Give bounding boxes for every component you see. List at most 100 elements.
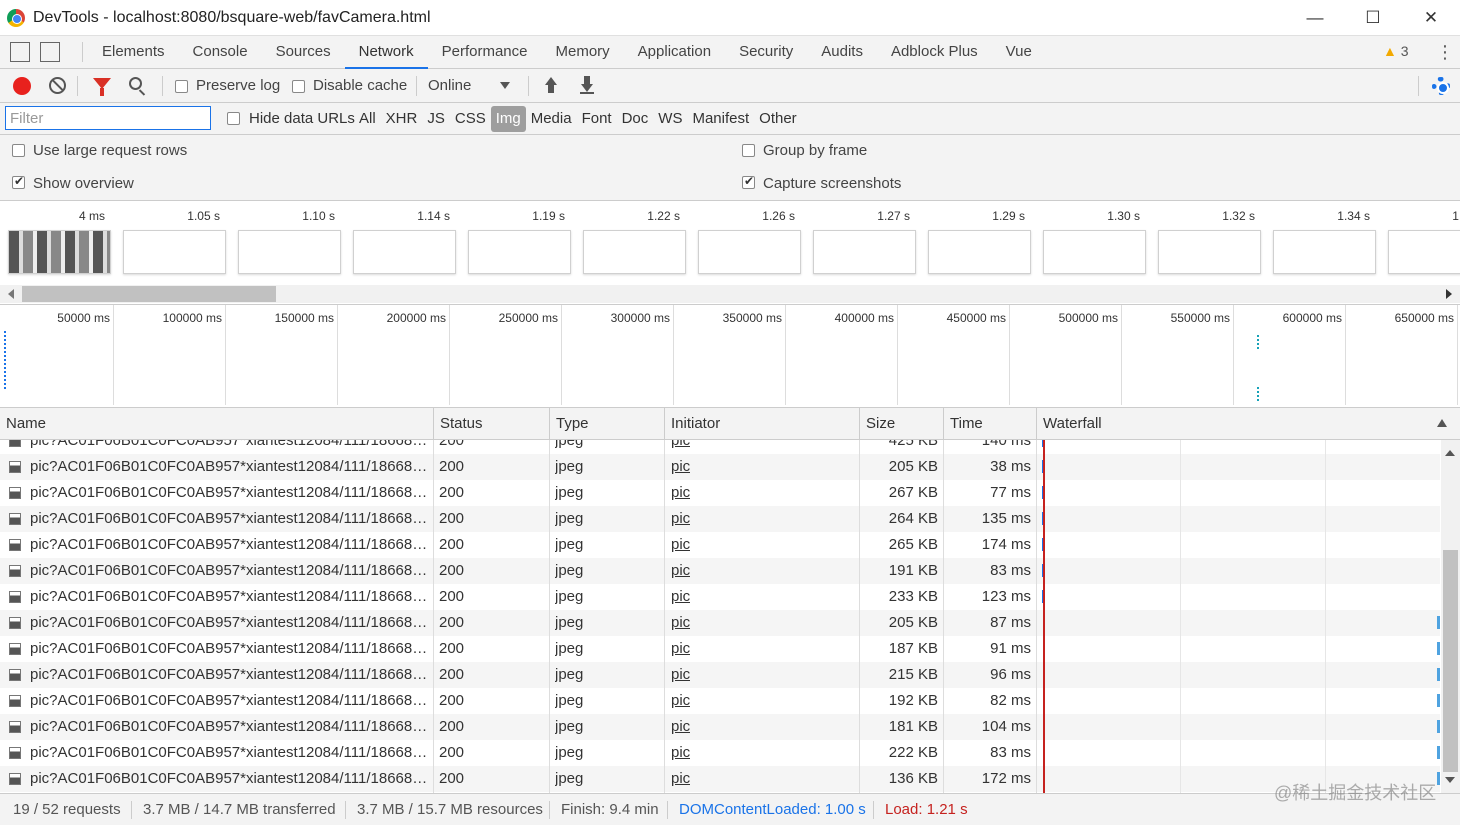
inspect-element-icon[interactable] [10, 42, 30, 62]
screenshot-frame[interactable]: 1.29 s [920, 201, 1035, 286]
gear-icon[interactable] [1432, 77, 1450, 95]
capture-screenshots-checkbox[interactable] [742, 174, 755, 189]
scroll-right-icon[interactable] [1446, 289, 1452, 299]
export-har-icon[interactable] [579, 76, 595, 94]
table-row[interactable]: pic?AC01F06B01C0FC0AB957*xiantest12084/1… [0, 610, 1440, 636]
scroll-up-icon[interactable] [1445, 450, 1455, 456]
hide-data-urls-checkbox[interactable] [227, 112, 240, 125]
tab-sources[interactable]: Sources [262, 36, 345, 69]
record-button[interactable] [13, 77, 31, 95]
minimize-button[interactable]: — [1286, 0, 1344, 36]
request-initiator-link[interactable]: pic [671, 454, 690, 480]
screenshot-thumbnail[interactable] [468, 230, 571, 274]
request-initiator-link[interactable]: pic [671, 662, 690, 688]
screenshot-frame[interactable]: 1.22 s [575, 201, 690, 286]
table-row[interactable]: pic?AC01F06B01C0FC0AB957*xiantest12084/1… [0, 584, 1440, 610]
screenshot-thumbnail[interactable] [583, 230, 686, 274]
more-options-icon[interactable]: ⋮ [1436, 42, 1454, 63]
show-overview-checkbox[interactable] [12, 174, 25, 189]
screenshot-thumbnail[interactable] [1043, 230, 1146, 274]
screenshot-thumbnail[interactable] [1273, 230, 1376, 274]
scrollbar-thumb[interactable] [22, 286, 276, 302]
filter-type-media[interactable]: Media [526, 106, 577, 132]
request-name[interactable]: pic?AC01F06B01C0FC0AB957*xiantest12084/1… [30, 584, 430, 610]
tab-audits[interactable]: Audits [807, 36, 877, 69]
table-row[interactable]: pic?AC01F06B01C0FC0AB957*xiantest12084/1… [0, 454, 1440, 480]
filter-type-img[interactable]: Img [490, 106, 526, 132]
column-header-time[interactable]: Time [943, 408, 1036, 440]
column-header-name[interactable]: Name [0, 408, 433, 440]
filter-type-other[interactable]: Other [754, 106, 802, 132]
throttling-select[interactable]: Online [428, 77, 471, 94]
screenshot-thumbnail[interactable] [1388, 230, 1460, 274]
clear-button[interactable] [49, 77, 66, 94]
column-header-waterfall[interactable]: Waterfall [1036, 408, 1460, 440]
filter-icon[interactable] [93, 78, 111, 96]
screenshot-thumbnail[interactable] [8, 230, 111, 274]
request-name[interactable]: pic?AC01F06B01C0FC0AB957*xiantest12084/1… [30, 740, 430, 766]
request-initiator-link[interactable]: pic [671, 714, 690, 740]
tab-network[interactable]: Network [344, 36, 428, 69]
request-initiator-link[interactable]: pic [671, 558, 690, 584]
tab-performance[interactable]: Performance [428, 36, 542, 69]
filter-type-xhr[interactable]: XHR [381, 106, 423, 132]
sort-ascending-icon[interactable] [1437, 419, 1447, 427]
screenshot-frame[interactable]: 1.05 s [115, 201, 230, 286]
request-initiator-link[interactable]: pic [671, 688, 690, 714]
filmstrip-scrollbar[interactable] [0, 285, 1460, 303]
screenshot-thumbnail[interactable] [928, 230, 1031, 274]
scroll-left-icon[interactable] [8, 289, 14, 299]
request-name[interactable]: pic?AC01F06B01C0FC0AB957*xiantest12084/1… [30, 714, 430, 740]
request-name[interactable]: pic?AC01F06B01C0FC0AB957*xiantest12084/1… [30, 532, 430, 558]
request-name[interactable]: pic?AC01F06B01C0FC0AB957*xiantest12084/1… [30, 454, 430, 480]
table-row[interactable]: pic?AC01F06B01C0FC0AB957*xiantest12084/1… [0, 558, 1440, 584]
screenshot-thumbnail[interactable] [123, 230, 226, 274]
tab-adblock-plus[interactable]: Adblock Plus [877, 36, 992, 69]
request-name[interactable]: pic?AC01F06B01C0FC0AB957*xiantest12084/1… [30, 506, 430, 532]
table-row[interactable]: pic?AC01F06B01C0FC0AB957*xiantest12084/1… [0, 532, 1440, 558]
request-initiator-link[interactable]: pic [671, 506, 690, 532]
table-row[interactable]: pic?AC01F06B01C0FC0AB957*xiantest12084/1… [0, 766, 1440, 792]
request-initiator-link[interactable]: pic [671, 610, 690, 636]
table-row[interactable]: pic?AC01F06B01C0FC0AB957*xiantest12084/1… [0, 440, 1440, 454]
table-row[interactable]: pic?AC01F06B01C0FC0AB957*xiantest12084/1… [0, 636, 1440, 662]
filter-type-js[interactable]: JS [422, 106, 450, 132]
table-row[interactable]: pic?AC01F06B01C0FC0AB957*xiantest12084/1… [0, 662, 1440, 688]
screenshot-thumbnail[interactable] [238, 230, 341, 274]
screenshot-frame[interactable]: 4 ms [0, 201, 115, 286]
table-row[interactable]: pic?AC01F06B01C0FC0AB957*xiantest12084/1… [0, 688, 1440, 714]
filter-type-css[interactable]: CSS [450, 106, 491, 132]
tab-vue[interactable]: Vue [992, 36, 1046, 69]
table-row[interactable]: pic?AC01F06B01C0FC0AB957*xiantest12084/1… [0, 740, 1440, 766]
use-large-rows-checkbox[interactable] [12, 144, 25, 157]
scroll-down-icon[interactable] [1445, 777, 1455, 783]
tab-security[interactable]: Security [725, 36, 807, 69]
filter-type-doc[interactable]: Doc [617, 106, 654, 132]
warnings-counter[interactable]: ▲ 3 [1383, 43, 1409, 59]
request-initiator-link[interactable]: pic [671, 440, 690, 454]
chevron-down-icon[interactable] [500, 82, 510, 89]
screenshot-frame[interactable]: 1.14 s [345, 201, 460, 286]
request-name[interactable]: pic?AC01F06B01C0FC0AB957*xiantest12084/1… [30, 662, 430, 688]
request-name[interactable]: pic?AC01F06B01C0FC0AB957*xiantest12084/1… [30, 766, 430, 792]
screenshot-frame[interactable]: 1.26 s [690, 201, 805, 286]
request-name[interactable]: pic?AC01F06B01C0FC0AB957*xiantest12084/1… [30, 688, 430, 714]
table-row[interactable]: pic?AC01F06B01C0FC0AB957*xiantest12084/1… [0, 714, 1440, 740]
maximize-button[interactable]: ☐ [1344, 0, 1402, 36]
tab-memory[interactable]: Memory [542, 36, 624, 69]
screenshot-frame[interactable]: 1.30 s [1035, 201, 1150, 286]
table-scrollbar[interactable] [1441, 440, 1460, 793]
import-har-icon[interactable] [543, 77, 559, 95]
request-initiator-link[interactable]: pic [671, 766, 690, 792]
request-initiator-link[interactable]: pic [671, 532, 690, 558]
column-header-type[interactable]: Type [549, 408, 665, 440]
tab-elements[interactable]: Elements [88, 36, 179, 69]
request-name[interactable]: pic?AC01F06B01C0FC0AB957*xiantest12084/1… [30, 480, 430, 506]
filter-type-all[interactable]: All [354, 106, 381, 132]
filter-type-ws[interactable]: WS [653, 106, 687, 132]
close-button[interactable]: ✕ [1402, 0, 1460, 36]
column-header-status[interactable]: Status [433, 408, 549, 440]
search-icon[interactable] [129, 77, 142, 90]
filter-type-font[interactable]: Font [577, 106, 617, 132]
screenshot-frame[interactable]: 1.37 s [1380, 201, 1460, 286]
